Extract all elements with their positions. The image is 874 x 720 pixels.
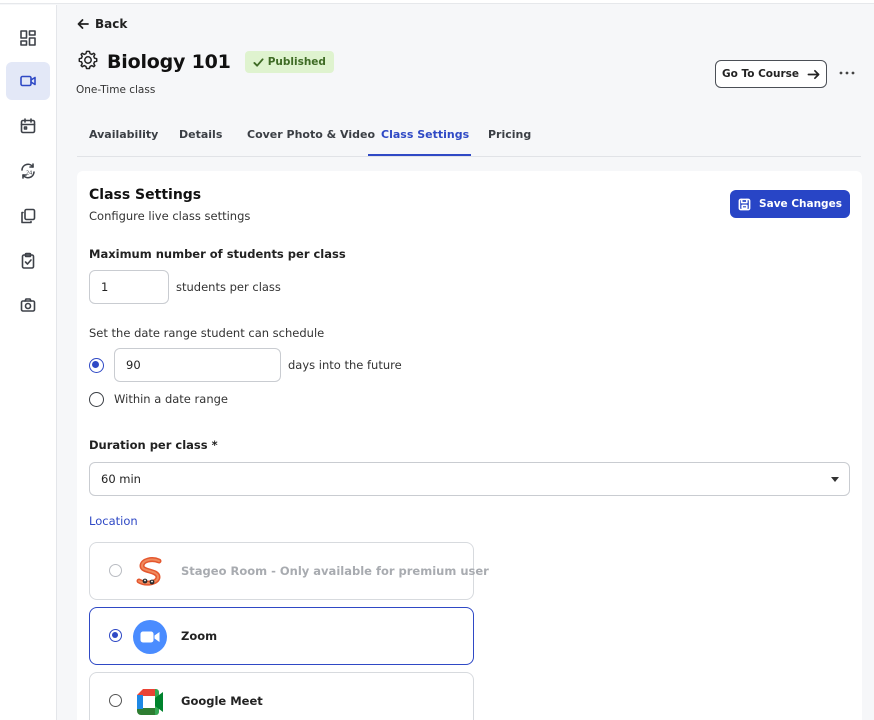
location-option-stageo[interactable]: Stageo Room - Only available for premium… (89, 542, 489, 600)
duration-select[interactable]: 60 min (89, 462, 850, 496)
stageo-logo-icon (136, 557, 162, 586)
within-date-range-label[interactable]: Within a date range (114, 392, 228, 406)
stageo-label: Stageo Room - Only available for premium… (181, 564, 489, 578)
tab-class-settings[interactable]: Class Settings (381, 128, 469, 141)
location-label: Location (89, 514, 138, 528)
go-to-course-button[interactable]: Go To Course (715, 60, 827, 88)
stageo-radio[interactable] (109, 564, 122, 577)
back-label: Back (95, 17, 128, 31)
max-students-input[interactable]: 1 (89, 270, 169, 304)
more-horizontal-icon (839, 71, 855, 75)
sidebar-item-assignments[interactable] (6, 242, 50, 280)
save-changes-button[interactable]: Save Changes (730, 190, 850, 218)
days-future-input[interactable]: 90 (114, 348, 281, 382)
tab-availability[interactable]: Availability (89, 128, 158, 141)
date-range-label: Set the date range student can schedule (89, 326, 325, 340)
tab-details[interactable]: Details (179, 128, 222, 141)
main-content: Back Biology 101 Published One-Time clas… (57, 5, 874, 720)
dashboard-icon (20, 30, 36, 46)
back-link[interactable]: Back (77, 17, 127, 31)
class-type: One-Time class (76, 84, 156, 96)
duration-label: Duration per class * (89, 438, 218, 452)
within-date-range-radio[interactable] (89, 392, 104, 407)
location-option-google-meet[interactable]: Google Meet (89, 672, 474, 720)
svg-text:24: 24 (26, 171, 32, 177)
sidebar-item-classes[interactable] (6, 62, 50, 100)
sidebar-item-copy[interactable] (6, 197, 50, 235)
max-students-value: 1 (101, 280, 109, 294)
title-row: Biology 101 Published (77, 49, 334, 75)
camera-icon (20, 298, 36, 312)
go-to-course-label: Go To Course (721, 68, 800, 80)
sidebar-item-recurring[interactable]: 24 (6, 152, 50, 190)
arrow-left-icon (77, 19, 89, 29)
check-icon (253, 57, 264, 67)
sidebar: 24 (0, 5, 57, 720)
max-students-suffix: students per class (176, 280, 281, 294)
google-meet-radio[interactable] (109, 694, 122, 707)
days-future-suffix: days into the future (288, 358, 402, 372)
tab-cover-photo-video[interactable]: Cover Photo & Video (247, 128, 375, 141)
status-badge-label: Published (267, 56, 326, 68)
clipboard-check-icon (21, 252, 35, 269)
arrow-right-icon (807, 69, 820, 79)
zoom-label: Zoom (181, 629, 218, 643)
top-border (0, 0, 874, 4)
section-subtitle: Configure live class settings (89, 209, 251, 223)
status-badge: Published (244, 51, 334, 73)
more-options-button[interactable] (835, 63, 859, 83)
copy-icon (21, 208, 36, 224)
floppy-disk-icon (738, 198, 751, 210)
sidebar-item-calendar[interactable] (6, 107, 50, 145)
zoom-radio[interactable] (109, 629, 122, 642)
class-settings-card: Class Settings Configure live class sett… (77, 171, 862, 720)
recurring-24-icon: 24 (21, 163, 35, 179)
tab-pricing[interactable]: Pricing (488, 128, 531, 141)
page-title: Biology 101 (107, 51, 231, 73)
location-option-zoom[interactable]: Zoom (89, 607, 474, 665)
save-changes-label: Save Changes (759, 198, 842, 210)
duration-value: 60 min (101, 472, 141, 486)
sidebar-item-media[interactable] (6, 286, 50, 324)
active-tab-indicator (368, 154, 471, 156)
max-students-label: Maximum number of students per class (89, 247, 346, 261)
gear-icon[interactable] (77, 49, 99, 75)
days-future-value: 90 (126, 358, 141, 372)
google-meet-logo-icon (137, 689, 163, 715)
sidebar-item-dashboard[interactable] (6, 19, 50, 57)
google-meet-label: Google Meet (181, 694, 263, 708)
section-title: Class Settings (89, 187, 202, 203)
days-future-radio[interactable] (89, 358, 104, 373)
tab-bar: Availability Details Cover Photo & Video… (77, 117, 861, 157)
video-camera-icon (20, 75, 36, 87)
chevron-down-icon (831, 477, 839, 482)
calendar-icon (20, 118, 36, 134)
zoom-logo-icon (133, 620, 167, 654)
